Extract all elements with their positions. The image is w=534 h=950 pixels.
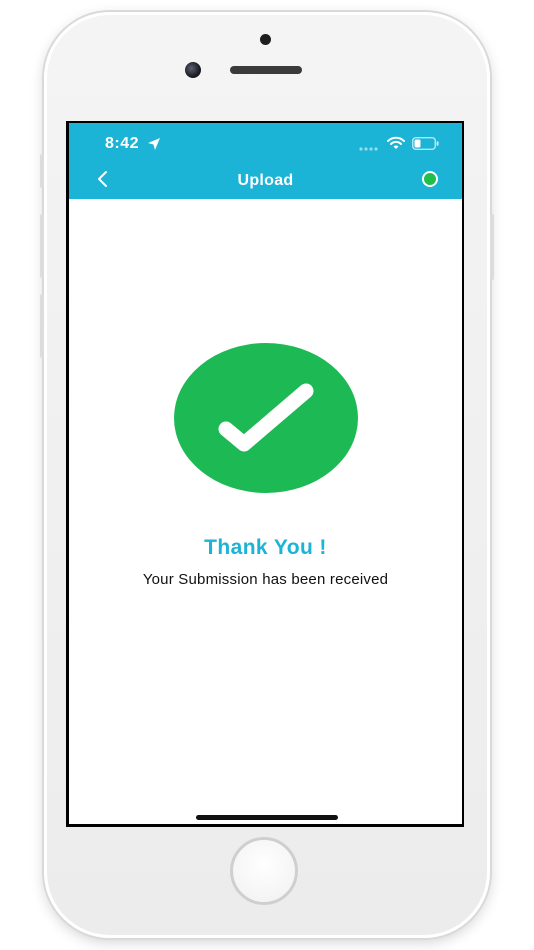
wifi-icon — [387, 136, 405, 149]
volume-down-button — [40, 294, 44, 358]
checkmark-icon — [218, 383, 314, 452]
home-button[interactable] — [230, 837, 298, 905]
location-arrow-icon — [148, 138, 160, 150]
proximity-sensor — [260, 34, 271, 45]
device-screen: 8:42 Upload Thank You ! Your Submission … — [66, 121, 464, 827]
app-view: 8:42 Upload Thank You ! Your Submission … — [69, 123, 462, 824]
mute-switch — [40, 154, 44, 188]
home-indicator[interactable] — [196, 815, 338, 820]
confirmation-message: Your Submission has been received — [142, 571, 389, 588]
power-button — [490, 214, 494, 280]
cellular-signal-icon — [359, 147, 378, 151]
front-camera-icon — [185, 62, 201, 78]
success-badge — [174, 343, 358, 493]
battery-icon — [412, 137, 439, 150]
status-time: 8:42 — [105, 135, 140, 152]
page-title: Upload — [237, 172, 294, 189]
earpiece-speaker — [230, 66, 302, 74]
confirmation-title: Thank You ! — [204, 536, 327, 559]
app-header: 8:42 Upload — [69, 123, 462, 199]
volume-up-button — [40, 214, 44, 278]
online-status-indicator — [422, 171, 438, 187]
